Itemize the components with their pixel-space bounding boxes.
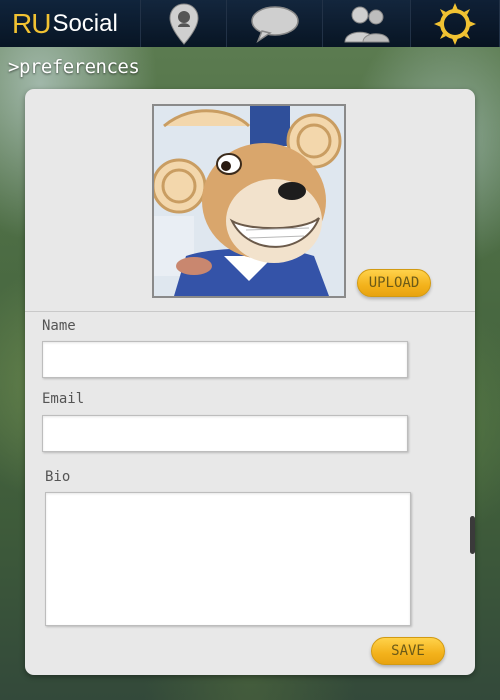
tab-map[interactable]: [141, 0, 227, 47]
upload-button[interactable]: UPLOAD: [357, 269, 431, 297]
email-label: Email: [42, 391, 85, 407]
name-field[interactable]: [42, 341, 408, 378]
preferences-panel: UPLOAD Name Email Bio SAVE: [25, 89, 475, 675]
map-pin-icon: [168, 2, 199, 45]
name-label: Name: [42, 318, 76, 334]
chat-bubble-icon: [250, 5, 299, 43]
tab-settings[interactable]: [411, 0, 500, 47]
tab-chat[interactable]: [227, 0, 323, 47]
sun-settings-icon: [434, 2, 476, 45]
divider: [25, 311, 475, 312]
bio-textarea[interactable]: [45, 492, 411, 626]
breadcrumb: >preferences: [8, 56, 140, 78]
bio-label: Bio: [45, 469, 71, 485]
people-icon: [343, 6, 390, 42]
scrollbar[interactable]: [470, 516, 475, 554]
logo-ru-text: RU: [12, 7, 51, 39]
app-logo[interactable]: RU Social: [0, 0, 141, 47]
top-navbar: RU Social: [0, 0, 500, 47]
save-button[interactable]: SAVE: [371, 637, 445, 665]
logo-social-text: Social: [52, 9, 118, 37]
tab-people[interactable]: [323, 0, 411, 47]
email-field[interactable]: [42, 415, 408, 452]
mascot-photo: [154, 106, 344, 296]
avatar[interactable]: [152, 104, 346, 298]
